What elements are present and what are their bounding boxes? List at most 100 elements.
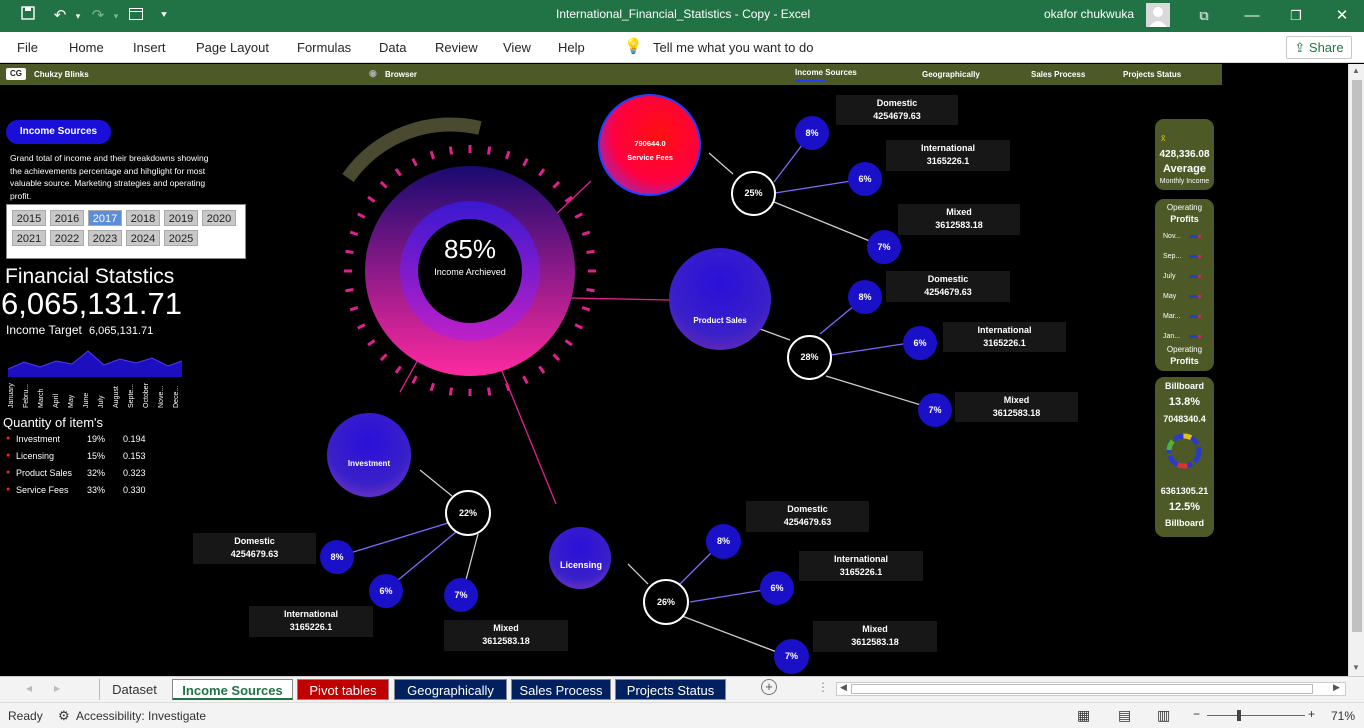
international-pct-circle: 6% (369, 574, 403, 608)
scroll-thumb[interactable] (1352, 80, 1362, 632)
zoom-slider-handle[interactable] (1237, 710, 1241, 721)
share-button[interactable]: ⇪ Share (1286, 36, 1352, 59)
tab-page-layout[interactable]: Page Layout (196, 40, 269, 55)
user-name[interactable]: okafor chukwuka (1044, 7, 1134, 21)
gauge-value: 85% (443, 234, 497, 264)
tab-insert[interactable]: Insert (133, 40, 166, 55)
billboard-card: Billboard 13.8% 7048340.4 6361305.21 12.… (1155, 377, 1214, 537)
horizontal-scrollbar[interactable]: ◀ ▶ (836, 682, 1346, 696)
minimize-icon[interactable]: — (1242, 6, 1262, 26)
sheet-tab-projects-status[interactable]: Projects Status (615, 679, 726, 700)
gauge-tick (505, 382, 511, 392)
gauge-tick (394, 365, 402, 374)
sheet-tab-dataset[interactable]: Dataset (99, 679, 169, 700)
domestic-label: Domestic (876, 98, 918, 108)
op-month-label: Nov... (1163, 233, 1181, 240)
gauge-tick (486, 146, 492, 155)
scroll-down-icon[interactable]: ▼ (1352, 663, 1360, 672)
tab-scroll-left-icon[interactable]: ◂ (26, 681, 32, 695)
service-fees-label: Service Fees (627, 153, 673, 162)
gauge-tick (349, 230, 359, 236)
vertical-scrollbar[interactable]: ▲ ▼ (1348, 64, 1364, 676)
domestic-box: Domestic 4254679.63 (746, 501, 869, 532)
investment-node[interactable] (327, 413, 411, 497)
gauge-label: Income Archieved (434, 267, 506, 277)
tab-file[interactable]: File (17, 40, 38, 55)
save-icon[interactable] (18, 6, 38, 26)
undo-icon[interactable]: ↶ (50, 6, 70, 26)
mixed-value: 3612583.18 (482, 636, 530, 646)
mixed-pct-circle: 7% (867, 230, 901, 264)
gauge-tick (522, 375, 529, 384)
op-title2-bottom: Profits (1170, 356, 1199, 366)
mixed-value: 3612583.18 (935, 220, 983, 230)
gauge-tick (538, 365, 546, 374)
tell-me-search[interactable]: Tell me what you want to do (653, 40, 813, 55)
sheet-tab-geographically[interactable]: Geographically (394, 679, 507, 700)
lightbulb-icon: 💡 (624, 38, 643, 55)
avatar[interactable] (1146, 3, 1170, 27)
tab-home[interactable]: Home (69, 40, 104, 55)
gauge-tick (486, 387, 492, 396)
product-sales-node[interactable] (669, 248, 771, 350)
tab-review[interactable]: Review (435, 40, 478, 55)
hscroll-right-icon[interactable]: ▶ (1333, 682, 1340, 693)
sheet-tab-income-sources[interactable]: Income Sources (172, 679, 293, 700)
gauge-tick (367, 339, 376, 347)
customize-toolbar-icon[interactable]: ⯆ (154, 6, 174, 26)
close-icon[interactable]: ✕ (1332, 6, 1352, 26)
gauge-tick (345, 287, 354, 293)
redo-dropdown-icon[interactable]: ▾ (106, 6, 126, 26)
op-title: Operating (1166, 203, 1203, 212)
gauge-tick (586, 287, 595, 293)
redo-icon[interactable]: ↷ (88, 6, 108, 26)
zoom-slider[interactable] (1207, 715, 1305, 716)
scroll-up-icon[interactable]: ▲ (1352, 66, 1360, 75)
mixed-box: Mixed 3612583.18 (444, 620, 568, 651)
gauge-tick (574, 212, 583, 219)
gauge-tick (586, 249, 595, 255)
page-layout-view-icon[interactable]: ▤ (1118, 707, 1131, 724)
international-pct-circle: 6% (760, 571, 794, 605)
gauge-tick (564, 339, 573, 347)
status-bar: Ready ⚙ Accessibility: Investigate ▦ ▤ ▥… (0, 702, 1364, 728)
tab-view[interactable]: View (503, 40, 531, 55)
gauge-tick (367, 195, 376, 203)
maximize-icon[interactable]: ❐ (1286, 6, 1306, 26)
accessibility-icon[interactable]: ⚙ (58, 708, 70, 724)
licensing-node[interactable] (549, 527, 611, 589)
tab-splitter-icon[interactable]: ⋮ (817, 680, 829, 694)
ribbon-display-icon[interactable]: ⧉ (1194, 6, 1214, 26)
hscroll-thumb[interactable] (851, 684, 1313, 694)
hscroll-left-icon[interactable]: ◀ (840, 682, 847, 693)
gauge-tick (394, 168, 402, 177)
op-bar (1189, 235, 1201, 238)
zoom-in-icon[interactable]: + (1308, 707, 1315, 721)
tab-scroll-right-icon[interactable]: ▸ (54, 681, 60, 695)
normal-view-icon[interactable]: ▦ (1077, 707, 1090, 724)
tab-data[interactable]: Data (379, 40, 406, 55)
domestic-pct-circle: 8% (795, 116, 829, 150)
domestic-value: 4254679.63 (873, 111, 921, 121)
undo-dropdown-icon[interactable]: ▾ (68, 6, 88, 26)
form-icon[interactable] (126, 6, 146, 26)
international-box: International 3165226.1 (886, 140, 1010, 171)
tab-help[interactable]: Help (558, 40, 585, 55)
zoom-out-icon[interactable]: − (1193, 707, 1200, 721)
gauge-tick (552, 180, 561, 189)
investment-label: Investment (347, 459, 391, 468)
international-pct-circle: 6% (848, 162, 882, 196)
op-bar (1189, 255, 1201, 258)
accessibility-status[interactable]: Accessibility: Investigate (76, 709, 206, 723)
mixed-box: Mixed 3612583.18 (955, 392, 1078, 422)
sheet-tab-sales-process[interactable]: Sales Process (511, 679, 611, 700)
sheet-tab-pivot-tables[interactable]: Pivot tables (297, 679, 389, 700)
billboard-pct2: 12.5% (1168, 501, 1201, 513)
page-break-view-icon[interactable]: ▥ (1157, 707, 1170, 724)
zoom-level[interactable]: 71% (1331, 709, 1355, 723)
domestic-pct-circle: 8% (706, 524, 741, 559)
international-pct-circle: 6% (903, 326, 937, 360)
add-sheet-icon[interactable]: + (761, 679, 777, 695)
tab-formulas[interactable]: Formulas (297, 40, 351, 55)
gauge-tick (564, 195, 573, 203)
